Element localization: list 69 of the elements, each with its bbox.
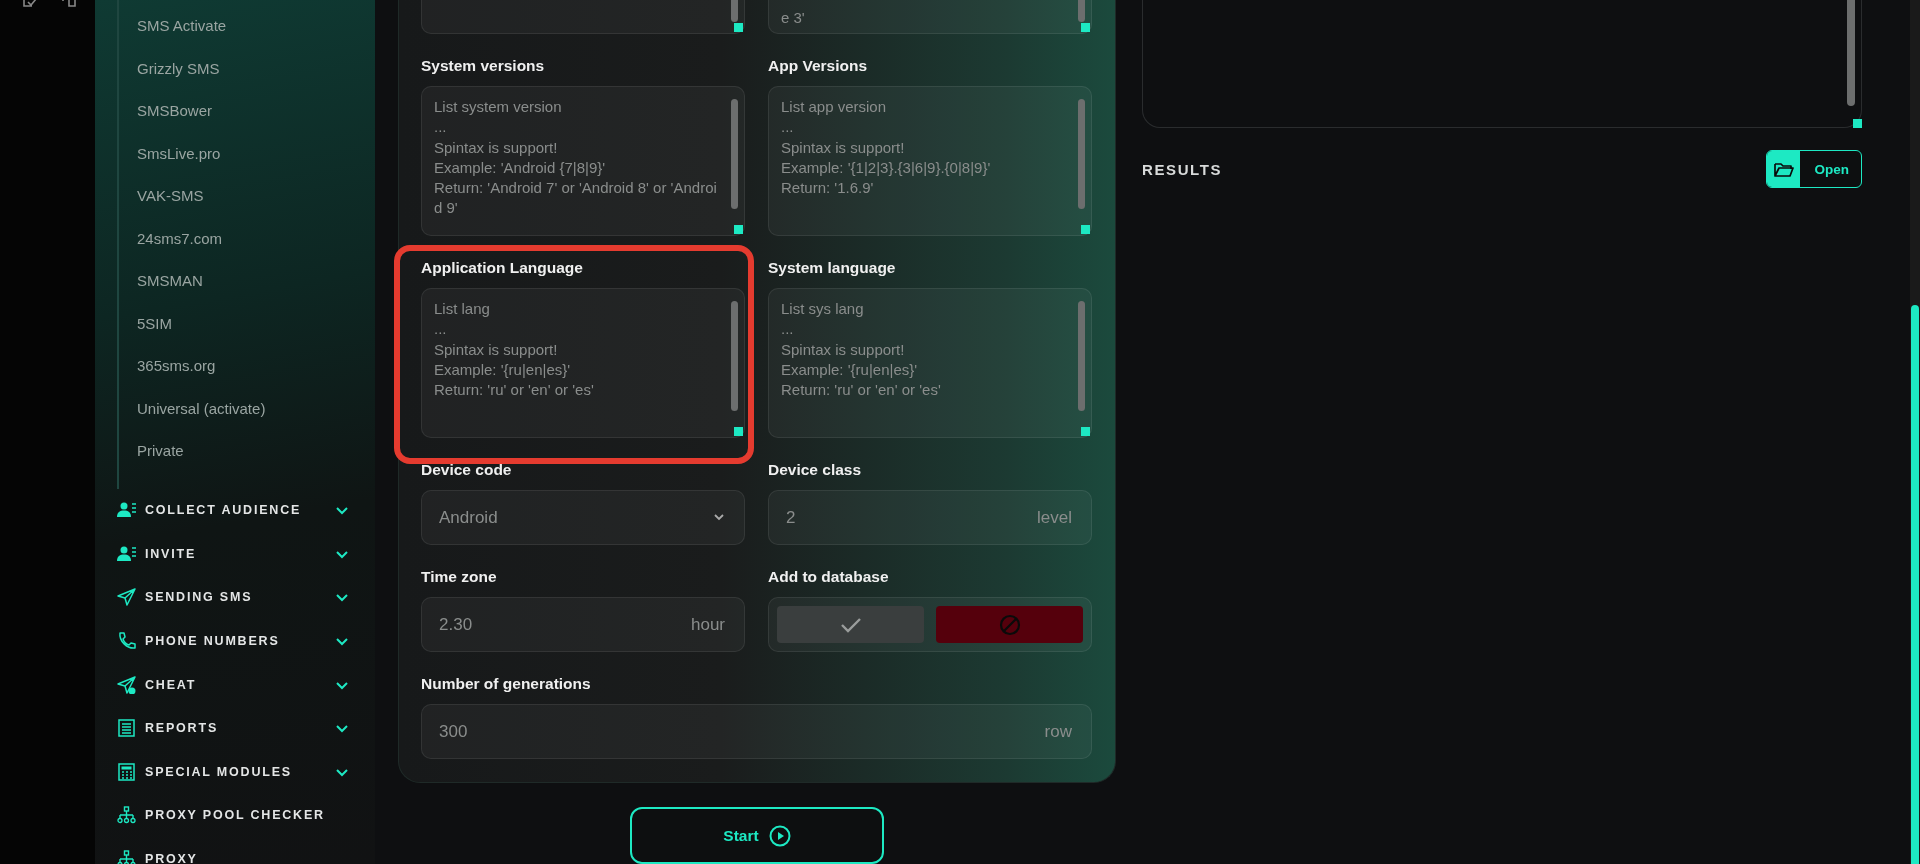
field-label: System language <box>768 258 897 278</box>
sidebar-section[interactable]: SPECIAL MODULES <box>117 750 349 794</box>
people-icon <box>117 501 137 520</box>
unit-label: level <box>1037 507 1072 529</box>
yes-button[interactable] <box>777 606 924 643</box>
paper-plane-icon <box>117 588 137 607</box>
chevron-down-icon <box>335 723 349 734</box>
scrollbar-thumb[interactable] <box>731 0 738 22</box>
sidebar-section[interactable]: PHONE NUMBERS <box>117 619 349 663</box>
unit-label: row <box>1044 721 1072 743</box>
scrollbar-thumb[interactable] <box>1847 0 1855 106</box>
sidebar-subitem[interactable]: VAK-SMS <box>119 177 375 220</box>
sidebar-subitem[interactable]: SmsLive.pro <box>119 134 375 177</box>
sidebar-subitem[interactable]: 24sms7.com <box>119 219 375 262</box>
sidebar-section[interactable]: SENDING SMS <box>117 575 349 620</box>
log-text-area[interactable] <box>1142 0 1862 128</box>
sidebar-subitem[interactable]: 5SIM <box>119 304 375 347</box>
sidebar-subitem[interactable]: Private <box>119 432 375 475</box>
field-label: System versions <box>421 56 546 76</box>
calculator-icon <box>117 762 137 781</box>
sidebar-subitem[interactable]: SMS Activate <box>119 7 375 50</box>
field-label: Device code <box>421 460 513 480</box>
network-icon <box>117 806 137 825</box>
sidebar-subitem[interactable]: Universal (activate) <box>119 389 375 432</box>
field-label: Add to database <box>768 567 890 587</box>
section-title: RESULTS <box>1142 160 1223 178</box>
sidebar-subitem[interactable]: Grizzly SMS <box>119 49 375 92</box>
start-button[interactable]: Start <box>630 807 884 864</box>
phone-icon <box>117 632 137 651</box>
resize-handle[interactable] <box>734 23 743 32</box>
no-button[interactable] <box>936 606 1083 643</box>
people-icon <box>117 544 137 563</box>
resize-handle[interactable] <box>1081 23 1090 32</box>
scrollbar[interactable] <box>727 0 745 34</box>
network-icon <box>117 850 137 864</box>
sidebar-subitem[interactable]: 365sms.org <box>119 347 375 390</box>
chevron-down-icon <box>714 514 724 521</box>
open-button[interactable]: Open <box>1766 150 1862 188</box>
scrollbar[interactable] <box>1074 0 1092 34</box>
unit-label: hour <box>690 614 725 636</box>
field-label: Device class <box>768 460 863 480</box>
paper-plane-icon <box>117 675 137 694</box>
field-label: App Versions <box>768 56 869 76</box>
sidebar-section[interactable]: PROXY POOL CHECKER <box>117 793 349 838</box>
chevron-down-icon <box>335 679 349 690</box>
sidebar-section[interactable]: PROXY <box>117 837 349 864</box>
sidebar-section[interactable]: CHEAT <box>117 662 349 707</box>
chevron-down-icon <box>335 505 349 516</box>
chevron-down-icon <box>335 636 349 647</box>
check-icon <box>839 615 862 634</box>
forbidden-icon <box>998 613 1021 636</box>
sidebar-section[interactable]: COLLECT AUDIENCE <box>117 488 349 533</box>
chevron-down-icon <box>335 766 349 777</box>
scrollbar-thumb[interactable] <box>1911 305 1919 864</box>
sidebar-subitem[interactable]: SMSBower <box>119 92 375 135</box>
select-field[interactable]: Android <box>421 490 745 545</box>
sidebar-subitem[interactable]: SMSMAN <box>119 262 375 305</box>
chevron-down-icon <box>335 548 349 559</box>
field-label: Time zone <box>421 567 498 587</box>
document-icon <box>117 719 137 738</box>
play-icon <box>768 824 791 847</box>
folder-icon <box>1774 160 1794 178</box>
sidebar-section[interactable]: INVITE <box>117 532 349 576</box>
sidebar-section[interactable]: REPORTS <box>117 706 349 751</box>
field-label: Number of generations <box>421 674 592 694</box>
chevron-down-icon <box>335 592 349 603</box>
resize-handle[interactable] <box>1853 119 1862 128</box>
field-label: Application Language <box>421 258 584 278</box>
scrollbar-thumb[interactable] <box>1078 0 1085 22</box>
